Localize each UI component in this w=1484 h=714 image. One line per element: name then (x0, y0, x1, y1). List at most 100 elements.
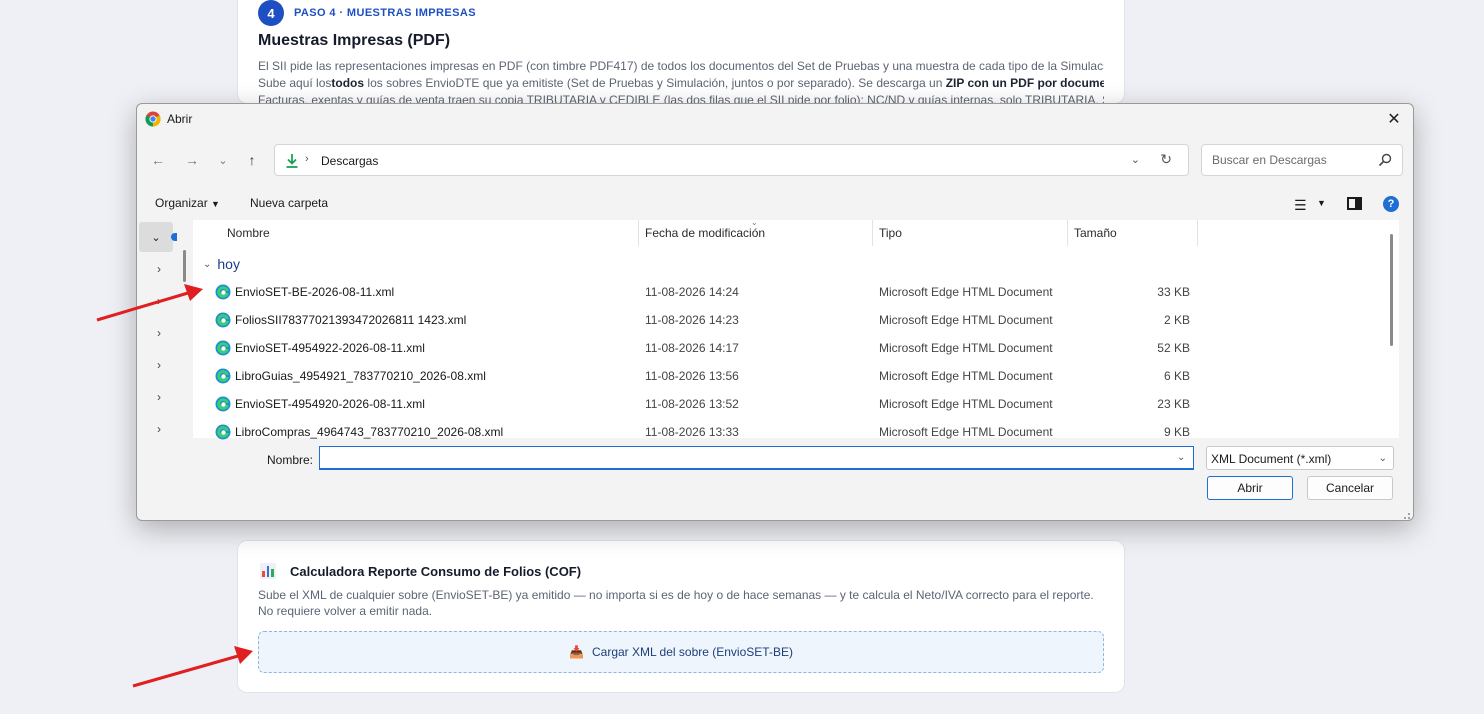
file-type: Microsoft Edge HTML Document (879, 369, 1053, 383)
file-type: Microsoft Edge HTML Document (879, 397, 1053, 411)
tree-expand-chevron-icon[interactable]: ⌄ (139, 222, 173, 252)
file-row[interactable]: EnvioSET-4954922-2026-08-11.xml 11-08-202… (193, 334, 1399, 362)
open-button[interactable]: Abrir (1207, 476, 1293, 500)
file-type: Microsoft Edge HTML Document (879, 313, 1053, 327)
tree-chevron-icon[interactable]: › (157, 358, 161, 372)
search-input[interactable] (1210, 152, 1370, 168)
tree-chevron-icon[interactable]: › (157, 326, 161, 340)
file-size: 9 KB (1163, 425, 1190, 439)
file-name: FoliosSII78377021393472026811 1423.xml (235, 313, 467, 327)
view-dropdown-icon[interactable]: ▼ (1317, 198, 1326, 208)
file-list: Nombre ⌄ Fecha de modificación Tipo Tama… (193, 218, 1399, 440)
column-separator[interactable] (1067, 220, 1068, 246)
step-number-badge: 4 (258, 0, 284, 26)
file-type-filter[interactable]: XML Document (*.xml) ⌄ (1206, 446, 1394, 470)
close-icon[interactable]: ✕ (1383, 108, 1405, 130)
back-arrow-icon[interactable]: ← (148, 150, 168, 170)
step-header: 4 PASO 4 · MUESTRAS IMPRESAS (258, 0, 476, 26)
tree-selected-indicator (171, 233, 177, 241)
file-size: 52 KB (1157, 341, 1190, 355)
search-box[interactable] (1201, 144, 1403, 176)
address-bar[interactable]: › Descargas ⌄ ↻ (274, 144, 1189, 176)
step-label: PASO 4 · MUESTRAS IMPRESAS (294, 7, 476, 19)
description-text: los sobres EnvioDTE que ya emitiste (Set… (364, 76, 946, 90)
upload-xml-button[interactable]: 📥 Cargar XML del sobre (EnvioSET-BE) (258, 631, 1104, 673)
file-name: LibroGuias_4954921_783770210_2026-08.xml (235, 369, 486, 383)
column-separator[interactable] (1197, 220, 1198, 246)
resize-grip-icon[interactable] (1401, 510, 1411, 520)
dialog-footer: Nombre: ⌄ XML Document (*.xml) ⌄ Abrir C… (137, 440, 1413, 520)
tree-chevron-icon[interactable]: › (157, 422, 161, 436)
column-separator[interactable] (872, 220, 873, 246)
column-header-name[interactable]: Nombre (227, 226, 270, 248)
search-icon (1378, 153, 1392, 167)
file-row[interactable]: LibroGuias_4954921_783770210_2026-08.xml… (193, 362, 1399, 390)
description-text: Sube aquí los (258, 76, 332, 90)
group-header-today[interactable]: ⌄ hoy (203, 256, 240, 272)
filename-dropdown-icon[interactable]: ⌄ (1177, 452, 1185, 463)
new-folder-button[interactable]: Nueva carpeta (250, 196, 328, 210)
file-date: 11-08-2026 14:17 (645, 341, 739, 355)
file-date: 11-08-2026 13:33 (645, 425, 739, 439)
refresh-icon[interactable]: ↻ (1160, 151, 1172, 168)
download-folder-icon (286, 154, 298, 168)
description-bold: ZIP con un PDF por documento (945, 76, 1104, 90)
recent-locations-chevron-icon[interactable]: ⌄ (213, 150, 233, 170)
file-size: 23 KB (1157, 397, 1190, 411)
dialog-titlebar: Abrir ✕ (137, 104, 1413, 134)
description-bold: todos (331, 76, 365, 90)
file-list-scrollbar[interactable] (1390, 234, 1393, 346)
cancel-button[interactable]: Cancelar (1307, 476, 1393, 500)
file-row[interactable]: FoliosSII78377021393472026811 1423.xml 11… (193, 306, 1399, 334)
group-collapse-chevron-icon: ⌄ (203, 258, 212, 270)
file-type: Microsoft Edge HTML Document (879, 285, 1053, 299)
navigation-pane[interactable]: ⌄ › › › › › › (137, 220, 186, 440)
file-type: Microsoft Edge HTML Document (879, 341, 1053, 355)
filename-input[interactable] (319, 446, 1194, 470)
preview-pane-icon[interactable] (1347, 197, 1362, 210)
organize-dropdown-icon: ▼ (211, 199, 220, 209)
tree-chevron-icon[interactable]: › (157, 262, 161, 276)
file-row[interactable]: EnvioSET-4954920-2026-08-11.xml 11-08-202… (193, 390, 1399, 418)
organize-menu[interactable]: Organizar ▼ (155, 196, 220, 210)
forward-arrow-icon[interactable]: → (182, 150, 202, 170)
edge-document-icon (215, 396, 231, 412)
inbox-tray-icon: 📥 (569, 645, 584, 659)
description-line-2: Sube aquí lostodos los sobres EnvioDTE q… (258, 75, 1104, 92)
section-title: Muestras Impresas (PDF) (258, 32, 451, 49)
up-arrow-icon[interactable]: ↑ (242, 150, 262, 170)
help-icon[interactable]: ? (1383, 196, 1399, 212)
step-4-card: 4 PASO 4 · MUESTRAS IMPRESAS Muestras Im… (237, 0, 1125, 107)
column-header-type[interactable]: Tipo (879, 226, 902, 248)
column-header-date[interactable]: Fecha de modificación (645, 226, 765, 248)
edge-document-icon (215, 312, 231, 328)
file-size: 2 KB (1163, 313, 1190, 327)
organize-label: Organizar (155, 196, 208, 210)
filter-dropdown-icon: ⌄ (1378, 453, 1387, 464)
tree-chevron-icon[interactable]: › (157, 390, 161, 404)
breadcrumb-chevron-icon: › (305, 153, 309, 165)
edge-document-icon (215, 368, 231, 384)
group-label: hoy (217, 256, 240, 272)
file-type-filter-value: XML Document (*.xml) (1211, 452, 1332, 466)
breadcrumb-current-folder[interactable]: Descargas (321, 154, 378, 168)
file-name: EnvioSET-4954920-2026-08-11.xml (235, 397, 425, 411)
address-dropdown-icon[interactable]: ⌄ (1131, 153, 1140, 166)
file-date: 11-08-2026 13:56 (645, 369, 739, 383)
file-open-dialog: Abrir ✕ ← → ⌄ ↑ › Descargas ⌄ ↻ Organiza… (136, 103, 1414, 521)
tree-chevron-icon[interactable]: › (157, 294, 161, 308)
file-name: LibroCompras_4964743_783770210_2026-08.x… (235, 425, 504, 439)
file-row[interactable]: EnvioSET-BE-2026-08-11.xml 11-08-2026 14:… (193, 278, 1399, 306)
column-separator[interactable] (638, 220, 639, 246)
file-size: 6 KB (1163, 369, 1190, 383)
chrome-icon (145, 111, 161, 127)
filename-label: Nombre: (267, 453, 314, 467)
navigation-pane-scrollbar[interactable] (183, 250, 186, 282)
column-header-size[interactable]: Tamaño (1074, 226, 1117, 248)
view-options-icon[interactable]: ☰ (1294, 197, 1307, 214)
navigation-bar: ← → ⌄ ↑ › Descargas ⌄ ↻ (137, 142, 1413, 178)
bar-chart-icon (260, 563, 276, 579)
dialog-title: Abrir (167, 112, 193, 126)
dialog-main-area: ⌄ › › › › › › Nombre ⌄ Fecha de modifica… (137, 218, 1413, 440)
file-size: 33 KB (1157, 285, 1190, 299)
